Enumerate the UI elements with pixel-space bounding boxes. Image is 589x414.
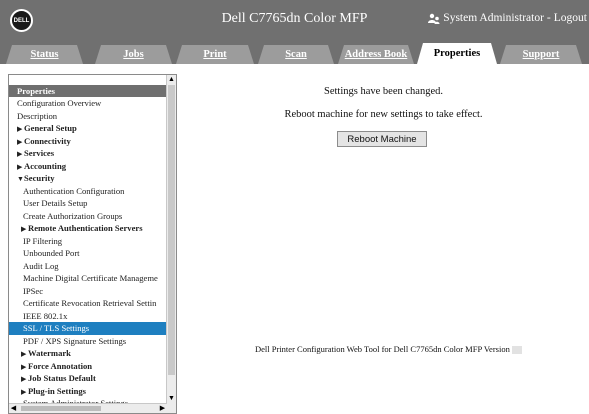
user-menu: System Administrator - Logout	[428, 12, 587, 24]
sidebar-item-machine-digital-certificate[interactable]: Machine Digital Certificate Manageme	[9, 272, 167, 285]
sidebar-item-services[interactable]: ▶ Services	[9, 147, 167, 160]
reboot-machine-button[interactable]: Reboot Machine	[337, 131, 427, 147]
sidebar-item-ip-filtering[interactable]: IP Filtering	[9, 235, 167, 248]
expand-arrow-icon: ▶	[17, 137, 23, 146]
footer-version: Dell Printer Configuration Web Tool for …	[255, 344, 522, 355]
sidebar-horizontal-scrollbar[interactable]: ◀ ▶	[9, 403, 167, 413]
sidebar-item-job-status-default[interactable]: ▶ Job Status Default	[9, 372, 167, 385]
tab-print[interactable]: Print	[176, 45, 254, 64]
tab-underline	[0, 64, 589, 68]
expand-arrow-icon: ▶	[21, 387, 27, 396]
sidebar-item-label: Watermark	[28, 348, 71, 358]
app-header: DELL Dell C7765dn Color MFP System Admin…	[0, 0, 589, 40]
sidebar-item-label: Force Annotation	[28, 360, 93, 371]
sidebar-header: Properties	[9, 85, 167, 97]
expand-arrow-icon: ▶	[17, 150, 23, 158]
sidebar-item-label: Connectivity	[24, 135, 71, 146]
scroll-up-icon[interactable]: ▲	[167, 75, 176, 84]
sidebar-item-ssl-tls-settings[interactable]: SSL / TLS Settings	[9, 322, 167, 335]
sidebar-item-plug-in-settings[interactable]: ▶ Plug-in Settings	[9, 385, 167, 398]
sidebar-item-general-setup[interactable]: ▶ General Setup	[9, 122, 167, 135]
sidebar-nav: Properties Configuration Overview Descri…	[9, 85, 167, 410]
sidebar-item-label: Remote Authentication Servers	[28, 223, 143, 233]
tab-bar: Status Jobs Print Scan Address Book Prop…	[0, 40, 589, 64]
sidebar-item-ieee-8021x[interactable]: IEEE 802.1x	[9, 310, 167, 323]
scrollbar-thumb[interactable]	[21, 406, 101, 411]
expand-arrow-icon: ▶	[17, 162, 23, 171]
expand-arrow-icon: ▶	[21, 362, 27, 371]
sidebar-item-label: Services	[24, 148, 55, 158]
sidebar-item-audit-log[interactable]: Audit Log	[9, 260, 167, 273]
sidebar-item-label: General Setup	[24, 123, 77, 133]
settings-changed-message: Settings have been changed.	[324, 86, 443, 97]
scroll-down-icon[interactable]: ▼	[167, 394, 176, 403]
expand-arrow-icon: ▶	[21, 225, 27, 233]
sidebar-item-create-authorization-groups[interactable]: Create Authorization Groups	[9, 210, 167, 223]
scroll-left-icon[interactable]: ◀	[9, 404, 18, 413]
user-label[interactable]: System Administrator	[443, 12, 544, 24]
tab-jobs[interactable]: Jobs	[95, 45, 172, 64]
sidebar-item-ipsec[interactable]: IPSec	[9, 285, 167, 298]
properties-sidebar: Properties Configuration Overview Descri…	[8, 74, 177, 414]
sidebar-item-remote-authentication-servers[interactable]: ▶ Remote Authentication Servers	[9, 222, 167, 235]
sidebar-item-label: Accounting	[24, 160, 67, 171]
sidebar-item-configuration-overview[interactable]: Configuration Overview	[9, 97, 167, 110]
tab-address-book[interactable]: Address Book	[338, 45, 414, 64]
scroll-right-icon[interactable]: ▶	[158, 404, 167, 413]
expand-arrow-icon: ▶	[17, 125, 23, 133]
separator: -	[546, 12, 551, 24]
sidebar-item-security[interactable]: ▼Security	[9, 172, 167, 185]
collapse-arrow-icon: ▼	[17, 175, 24, 183]
sidebar-item-label: Plug-in Settings	[28, 385, 87, 396]
version-number-redacted	[511, 346, 522, 355]
tab-support[interactable]: Support	[500, 45, 582, 64]
sidebar-item-label: Security	[24, 173, 55, 183]
sidebar-item-pdf-xps-signature[interactable]: PDF / XPS Signature Settings	[9, 335, 167, 348]
reboot-instruction: Reboot machine for new settings to take …	[284, 109, 483, 120]
tab-properties[interactable]: Properties	[417, 43, 497, 64]
logout-link[interactable]: Logout	[554, 12, 587, 24]
sidebar-vertical-scrollbar[interactable]: ▲ ▼	[166, 75, 176, 413]
tab-scan[interactable]: Scan	[258, 45, 334, 64]
sidebar-item-authentication-configuration[interactable]: Authentication Configuration	[9, 185, 167, 198]
sidebar-item-connectivity[interactable]: ▶ Connectivity	[9, 135, 167, 148]
sidebar-item-user-details-setup[interactable]: User Details Setup	[9, 197, 167, 210]
sidebar-item-certificate-revocation[interactable]: Certificate Revocation Retrieval Settin	[9, 297, 167, 310]
sidebar-item-description[interactable]: Description	[9, 110, 167, 123]
sidebar-item-unbounded-port[interactable]: Unbounded Port	[9, 247, 167, 260]
expand-arrow-icon: ▶	[21, 375, 27, 383]
tab-status[interactable]: Status	[6, 45, 83, 64]
expand-arrow-icon: ▶	[21, 350, 27, 358]
sidebar-item-accounting[interactable]: ▶ Accounting	[9, 160, 167, 173]
scrollbar-thumb[interactable]	[168, 85, 175, 375]
user-icon	[428, 13, 440, 24]
sidebar-item-label: Job Status Default	[28, 373, 96, 383]
sidebar-item-watermark[interactable]: ▶ Watermark	[9, 347, 167, 360]
sidebar-item-force-annotation[interactable]: ▶ Force Annotation	[9, 360, 167, 373]
footer-text: Dell Printer Configuration Web Tool for …	[255, 344, 510, 354]
